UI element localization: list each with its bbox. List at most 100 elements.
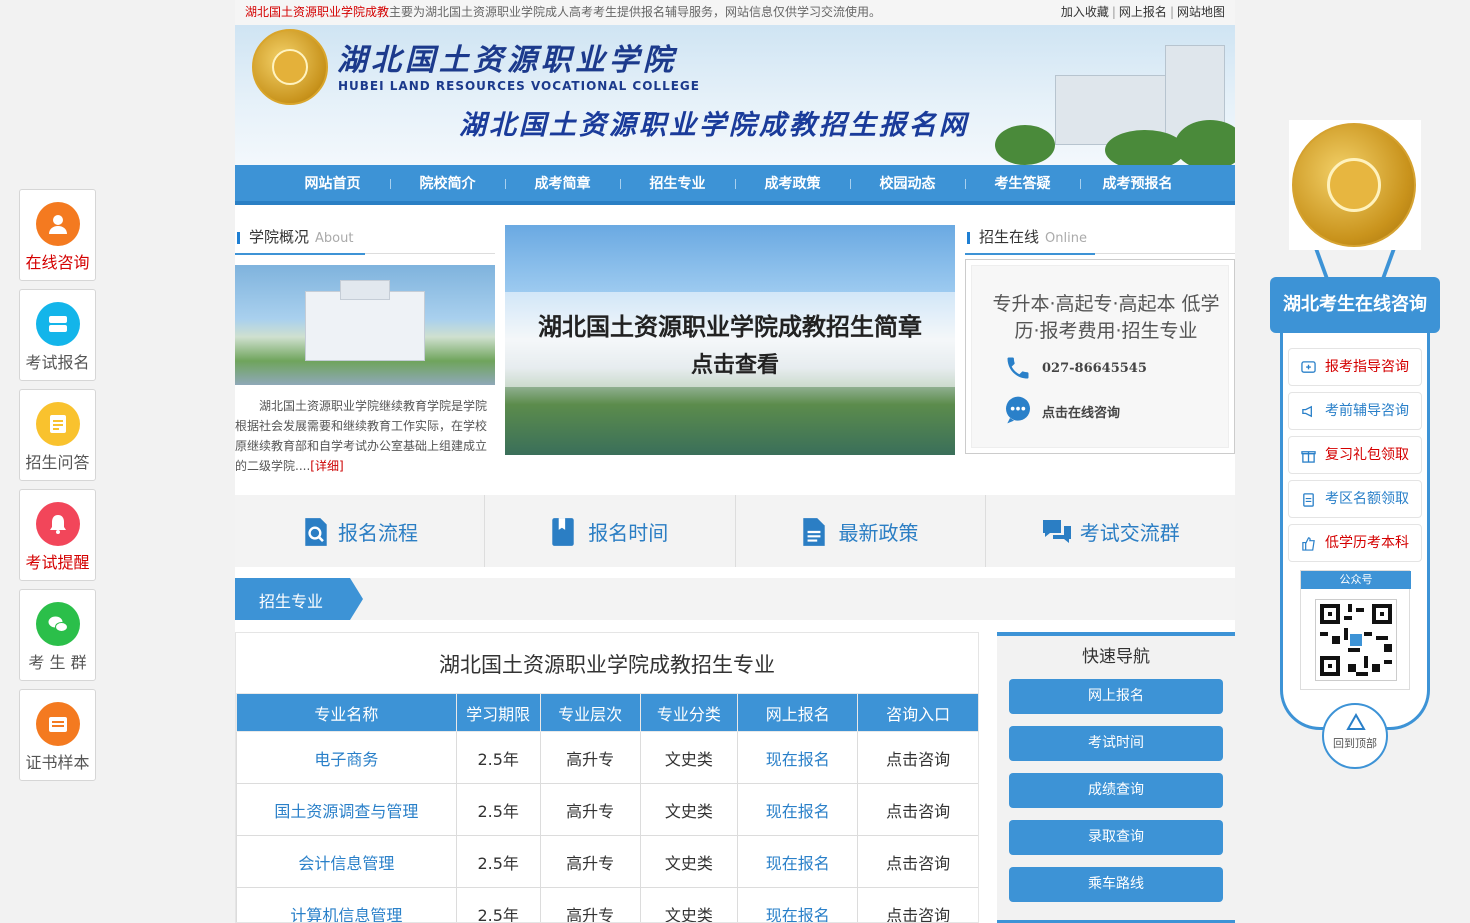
quick-label: 报名时间 [588,521,669,545]
quota-claim-item[interactable]: 考区名额领取 [1288,480,1422,518]
major-name[interactable]: 会计信息管理 [236,835,457,888]
quick-label: 报名流程 [338,521,418,545]
majors-title: 湖北国土资源职业学院成教招生专业 [439,653,775,677]
nav-faq[interactable]: 考生答疑 [965,165,1080,201]
site-map-link[interactable]: 网站地图 [1177,5,1225,19]
fast-nav-signup-button[interactable]: 网上报名 [1009,679,1223,714]
nav-brochure[interactable]: 成考简章 [505,165,620,201]
online-signup-link[interactable]: 网上报名 [1119,5,1167,19]
notice-highlight: 湖北国土资源职业学院成教 [245,5,390,19]
slide-title: 湖北国土资源职业学院成教招生简章 [538,313,922,341]
about-summary: 湖北国土资源职业学院继续教育学院是学院根据社会发展需要和继续教育工作实际，在学校… [235,399,488,473]
online-title-en: Online [1045,231,1087,246]
nav-intro[interactable]: 院校简介 [390,165,505,201]
signup-link[interactable]: 现在报名 [737,835,859,888]
signup-link[interactable]: 现在报名 [737,731,859,784]
left-float-exam-signup[interactable]: 考试报名 [19,289,96,381]
add-favorite-link[interactable]: 加入收藏 [1061,5,1109,19]
document-icon [802,518,825,546]
gift-icon [1301,451,1316,463]
study-period: 2.5年 [455,783,541,836]
study-period: 2.5年 [455,731,541,784]
majors-tag[interactable]: 招生专业 [235,578,363,620]
nav-policy[interactable]: 成考政策 [735,165,850,201]
quick-latest-policy[interactable]: 最新政策 [736,495,986,567]
major-level: 高升专 [539,835,641,888]
majors-section-bar: 招生专业 [235,578,1235,620]
review-pack-item[interactable]: 复习礼包领取 [1288,436,1422,474]
signup-link[interactable]: 现在报名 [737,887,859,922]
about-more-link[interactable]: [详细] [310,459,343,473]
fast-nav-admission-button[interactable]: 录取查询 [1009,820,1223,855]
left-float-exam-reminder[interactable]: 考试提醒 [19,489,96,581]
widget-title[interactable]: 湖北考生在线咨询 [1270,277,1440,333]
back-to-top-button[interactable]: 回到顶部 [1322,703,1388,769]
left-float-certificate[interactable]: 证书样本 [19,689,96,781]
consult-link[interactable]: 点击咨询 [857,835,978,888]
consult-link[interactable]: 点击咨询 [857,783,978,836]
table-row: 计算机信息管理 2.5年 高升专 文史类 现在报名 点击咨询 [236,887,978,922]
major-name[interactable]: 电子商务 [236,731,457,784]
slide-cta[interactable]: 点击查看 [505,347,955,379]
nav-home[interactable]: 网站首页 [275,165,390,201]
online-consult-link[interactable]: 点击在线咨询 [1042,402,1120,421]
wechat-icon [48,616,68,632]
left-float-label: 招生问答 [25,453,90,472]
site-slogan: 湖北国土资源职业学院成教招生报名网 [459,110,969,141]
left-float-circle [36,302,80,346]
notice-text: 主要为湖北国土资源职业学院成人高考考生提供报名辅导服务，网站信息仅供学习交流使用… [389,5,882,19]
consult-guide-item[interactable]: 报考指导咨询 [1288,348,1422,386]
nav-majors[interactable]: 招生专业 [620,165,735,201]
chat-icon [1042,520,1071,543]
col-header: 专业层次 [539,693,641,732]
online-consult-box: 专升本·高起专·高起本 低学历·报考费用·招生专业 027-86645545 点… [965,259,1235,454]
triangle-up-icon [1346,713,1366,730]
quick-exam-group[interactable]: 考试交流群 [986,495,1235,567]
quick-label: 考试交流群 [1079,521,1180,545]
consult-link[interactable]: 点击咨询 [857,731,978,784]
phone-number[interactable]: 027-86645545 [1042,361,1147,376]
left-float-circle [36,602,80,646]
official-account-qr: 公众号 [1300,570,1411,690]
left-float-label: 证书样本 [25,753,90,772]
fast-nav-route-button[interactable]: 乘车路线 [1009,867,1223,902]
left-float-circle [36,502,80,546]
quick-signup-time[interactable]: 报名时间 [485,495,736,567]
signup-link[interactable]: 现在报名 [737,783,859,836]
fast-nav-exam-time-button[interactable]: 考试时间 [1009,726,1223,761]
nav-pre-register[interactable]: 成考预报名 [1080,165,1195,201]
brochure-slide[interactable]: 湖北国土资源职业学院成教招生简章 点击查看 [505,225,955,455]
quick-signup-process[interactable]: 报名流程 [235,495,486,567]
school-name-cn: 湖北国土资源职业学院 [337,43,677,78]
chat-bubble-icon [1006,396,1030,424]
study-period: 2.5年 [455,887,541,922]
consult-tutoring-item[interactable]: 考前辅导咨询 [1288,392,1422,430]
major-level: 高升专 [539,887,641,922]
col-header: 学习期限 [455,693,541,732]
bell-icon [50,515,66,534]
campus-photo[interactable] [235,265,495,385]
col-header: 网上报名 [737,693,859,732]
tree-graphic [1175,120,1235,165]
left-float-online-consult[interactable]: 在线咨询 [19,189,96,281]
left-float-student-group[interactable]: 考 生 群 [19,589,96,681]
note-icon [50,415,66,433]
major-name[interactable]: 国土资源调查与管理 [236,783,457,836]
college-logo[interactable] [252,29,328,105]
consult-link[interactable]: 点击咨询 [857,887,978,922]
online-title: 招生在线 [979,228,1040,246]
online-header: 招生在线 Online [965,224,1235,255]
major-category: 文史类 [639,887,739,922]
col-header: 专业分类 [639,693,739,732]
thumbs-up-icon [1302,537,1315,551]
nav-campus-news[interactable]: 校园动态 [850,165,965,201]
right-consult-widget: 湖北考生在线咨询 报考指导咨询 考前辅导咨询 复习礼包领取 考区名额领取 低学历… [1270,120,1440,780]
low-degree-bachelor-item[interactable]: 低学历考本科 [1288,524,1422,562]
left-float-faq[interactable]: 招生问答 [19,389,96,481]
search-doc-icon [305,518,327,546]
major-name[interactable]: 计算机信息管理 [236,887,457,922]
fast-nav-score-button[interactable]: 成绩查询 [1009,773,1223,808]
qr-title: 公众号 [1301,571,1411,589]
megaphone-icon [1302,405,1312,418]
school-name-en: HUBEI LAND RESOURCES VOCATIONAL COLLEGE [338,79,700,93]
